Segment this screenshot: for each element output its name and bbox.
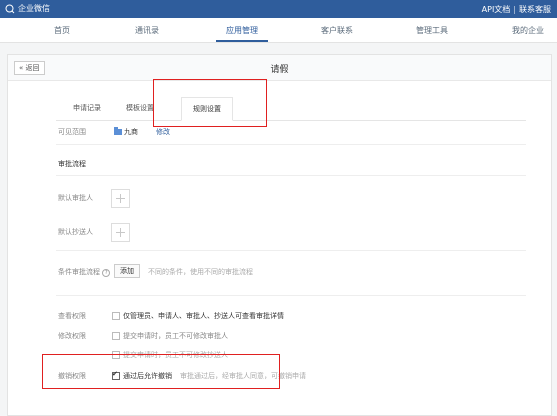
tab-template-settings[interactable]: 模板设置 [126,97,154,119]
conditional-flow-hint: 不同的条件，使用不同的审批流程 [148,268,253,276]
top-links-separator: | [513,5,516,14]
divider [56,250,526,251]
top-links: API文档 | 联系客服 [482,4,551,15]
card-header: « 返回 请假 [8,55,551,81]
top-bar: 企业微信 API文档 | 联系客服 [0,0,557,18]
add-cc-button[interactable] [111,223,130,242]
visible-range-edit-link[interactable]: 修改 [156,127,170,137]
approval-flow-label: 审批流程 [58,160,86,168]
nav-app-management[interactable]: 应用管理 [226,25,258,36]
divider [56,144,526,145]
api-docs-link[interactable]: API文档 [482,5,511,14]
conditional-flow-label: 条件审批流程 ? [58,267,111,277]
edit-approver-checkbox[interactable] [112,332,120,340]
wecom-logo-icon [5,4,15,13]
nav-home[interactable]: 首页 [54,25,70,36]
edit-approver-option: 提交申请时，员工不可修改审批人 [123,332,228,340]
visible-range-label: 可见范围 [58,128,86,136]
default-cc-label: 默认抄送人 [58,228,93,236]
default-approver-label: 默认审批人 [58,194,93,202]
divider [56,295,526,296]
edit-permission-label: 修改权限 [58,332,86,340]
highlight-box-revoke [42,354,280,389]
nav-management-tools[interactable]: 管理工具 [416,25,448,36]
nav-customer-contact[interactable]: 客户联系 [321,25,353,36]
app-logo[interactable]: 企业微信 [5,3,50,14]
app-name: 企业微信 [18,4,50,13]
visible-range-dept: 九商 [124,128,138,136]
folder-icon [114,127,122,135]
visible-range-value: 九商 [114,127,138,137]
view-permission-checkbox[interactable] [112,312,120,320]
add-condition-button[interactable]: 添加 [114,264,140,278]
view-permission-option: 仅管理员、申请人、审批人、抄送人可查看审批详情 [123,312,284,320]
divider [56,175,526,176]
tab-bar: 申请记录 模板设置 规则设置 [56,95,526,121]
nav-my-enterprise[interactable]: 我的企业 [512,25,544,36]
nav-contacts[interactable]: 通讯录 [135,25,159,36]
add-approver-button[interactable] [111,189,130,208]
conditional-flow-text: 条件审批流程 [58,268,100,276]
highlight-box-rule-tab [153,79,267,127]
contact-service-link[interactable]: 联系客服 [519,5,551,14]
tab-application-records[interactable]: 申请记录 [73,97,101,119]
main-nav: 首页 通讯录 应用管理 客户联系 管理工具 我的企业 [0,18,557,43]
help-icon[interactable]: ? [102,269,111,277]
view-permission-label: 查看权限 [58,312,86,320]
nav-active-indicator [216,40,268,42]
page-title: 请假 [270,65,289,75]
